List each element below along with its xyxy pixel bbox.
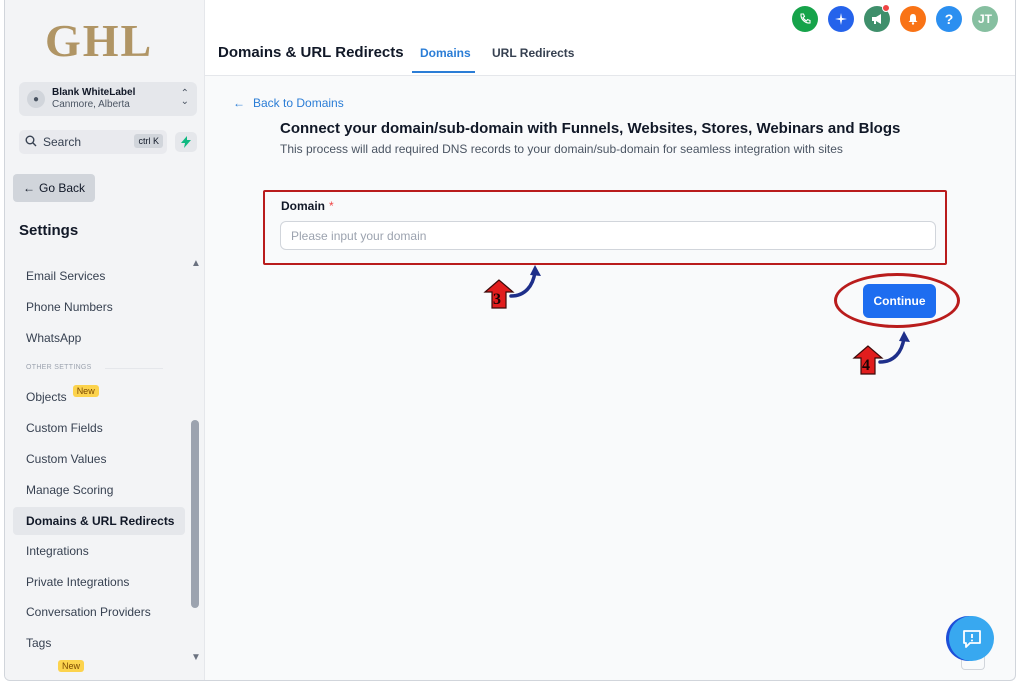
domain-label-text: Domain xyxy=(281,199,326,213)
sidebar-item-labs-partial[interactable]: New xyxy=(13,660,185,672)
step-3-annotation: 3 xyxy=(481,262,543,319)
help-icon[interactable]: ? xyxy=(936,6,962,32)
connect-domain-description: This process will add required DNS recor… xyxy=(280,142,843,156)
active-tab-indicator xyxy=(412,71,475,73)
new-badge: New xyxy=(72,385,99,397)
account-name: Blank WhiteLabel xyxy=(52,87,136,98)
tab-domains[interactable]: Domains xyxy=(420,46,471,60)
search-label: Search xyxy=(43,135,82,149)
arrow-left-icon: ← xyxy=(233,96,245,110)
phone-icon[interactable] xyxy=(792,6,818,32)
sidebar-item-custom-fields[interactable]: Custom Fields xyxy=(13,414,185,442)
sidebar-item-domains-url-redirects[interactable]: Domains & URL Redirects xyxy=(13,507,185,535)
sidebar-item-conversation-providers[interactable]: Conversation Providers xyxy=(13,598,185,626)
logo: GHL xyxy=(45,15,154,66)
sidebar-item-private-integrations[interactable]: Private Integrations xyxy=(13,568,185,596)
bell-icon[interactable] xyxy=(900,6,926,32)
avatar[interactable]: JT xyxy=(972,6,998,32)
chat-bubble-icon xyxy=(962,629,981,648)
go-back-label: Go Back xyxy=(38,181,86,195)
sidebar-item-custom-values[interactable]: Custom Values xyxy=(13,445,185,473)
back-to-domains-link[interactable]: ← Back to Domains xyxy=(233,96,344,110)
new-badge: New xyxy=(58,660,85,672)
section-other-settings: OTHER SETTINGS xyxy=(26,364,92,371)
chevron-updown-icon: ⌃ ⌄ xyxy=(180,88,189,107)
domain-input[interactable] xyxy=(280,221,936,250)
top-header: Domains & URL Redirects Domains URL Redi… xyxy=(205,0,1015,76)
sidebar-item-label: Objects xyxy=(26,390,67,404)
scroll-down-arrow-icon[interactable]: ▼ xyxy=(191,652,201,663)
scroll-up-arrow-icon[interactable]: ▲ xyxy=(191,258,201,269)
app-window: GHL ● Blank WhiteLabel Canmore, Alberta … xyxy=(4,0,1016,681)
back-link-label: Back to Domains xyxy=(253,96,344,110)
notification-dot xyxy=(882,4,890,12)
sidebar-item-label: Custom Values xyxy=(26,452,107,466)
step-4-annotation: 4 xyxy=(850,328,912,385)
sidebar: GHL ● Blank WhiteLabel Canmore, Alberta … xyxy=(5,0,205,680)
sidebar-item-label: WhatsApp xyxy=(26,331,82,345)
sidebar-item-email-services[interactable]: Email Services xyxy=(13,262,185,290)
sidebar-item-objects[interactable]: Objects New xyxy=(13,383,185,411)
account-switcher[interactable]: ● Blank WhiteLabel Canmore, Alberta ⌃ ⌄ xyxy=(19,82,197,116)
curved-arrow-icon xyxy=(852,331,910,375)
sidebar-item-label: Integrations xyxy=(26,544,89,558)
sidebar-item-label: Phone Numbers xyxy=(26,300,113,314)
sidebar-item-label: Manage Scoring xyxy=(26,483,114,497)
account-info: Blank WhiteLabel Canmore, Alberta xyxy=(52,87,135,111)
arrow-left-icon: ← xyxy=(22,181,35,195)
account-location: Canmore, Alberta xyxy=(52,99,130,110)
sidebar-scrollbar[interactable] xyxy=(191,420,199,608)
connect-domain-heading: Connect your domain/sub-domain with Funn… xyxy=(280,120,901,137)
required-asterisk: * xyxy=(329,199,334,213)
step-4-number: 4 xyxy=(862,357,870,374)
sidebar-item-label: Custom Fields xyxy=(26,421,103,435)
settings-nav: Email Services Phone Numbers WhatsApp OT… xyxy=(13,236,188,672)
quick-action-bolt-icon[interactable] xyxy=(175,132,197,152)
tab-url-redirects[interactable]: URL Redirects xyxy=(492,46,574,60)
sidebar-item-whatsapp[interactable]: WhatsApp xyxy=(13,324,185,352)
section-divider xyxy=(105,368,163,369)
search-icon xyxy=(25,135,37,150)
search-input[interactable]: Search ctrl K xyxy=(19,130,167,154)
curved-arrow-icon xyxy=(483,265,541,309)
go-back-button[interactable]: ← Go Back xyxy=(13,174,95,202)
sidebar-item-label: Domains & URL Redirects xyxy=(26,514,175,528)
sidebar-item-tags[interactable]: Tags xyxy=(13,629,185,657)
sidebar-item-label: Email Services xyxy=(26,269,106,283)
search-shortcut: ctrl K xyxy=(134,134,163,148)
step-3-number: 3 xyxy=(493,291,501,308)
sidebar-item-label: Private Integrations xyxy=(26,575,130,589)
sidebar-item-manage-scoring[interactable]: Manage Scoring xyxy=(13,476,185,504)
sidebar-item-voice-ai-agents-partial[interactable] xyxy=(13,236,185,254)
location-icon: ● xyxy=(27,90,45,108)
chat-help-widget[interactable] xyxy=(949,616,994,661)
domain-label: Domain * xyxy=(281,199,334,213)
sidebar-item-label: Tags xyxy=(26,636,52,650)
continue-button[interactable]: Continue xyxy=(863,284,936,318)
sidebar-item-integrations[interactable]: Integrations xyxy=(13,537,185,565)
sidebar-item-label: Conversation Providers xyxy=(26,605,151,619)
sidebar-item-phone-numbers[interactable]: Phone Numbers xyxy=(13,293,185,321)
sparkle-icon[interactable] xyxy=(828,6,854,32)
page-title: Domains & URL Redirects xyxy=(218,44,404,61)
